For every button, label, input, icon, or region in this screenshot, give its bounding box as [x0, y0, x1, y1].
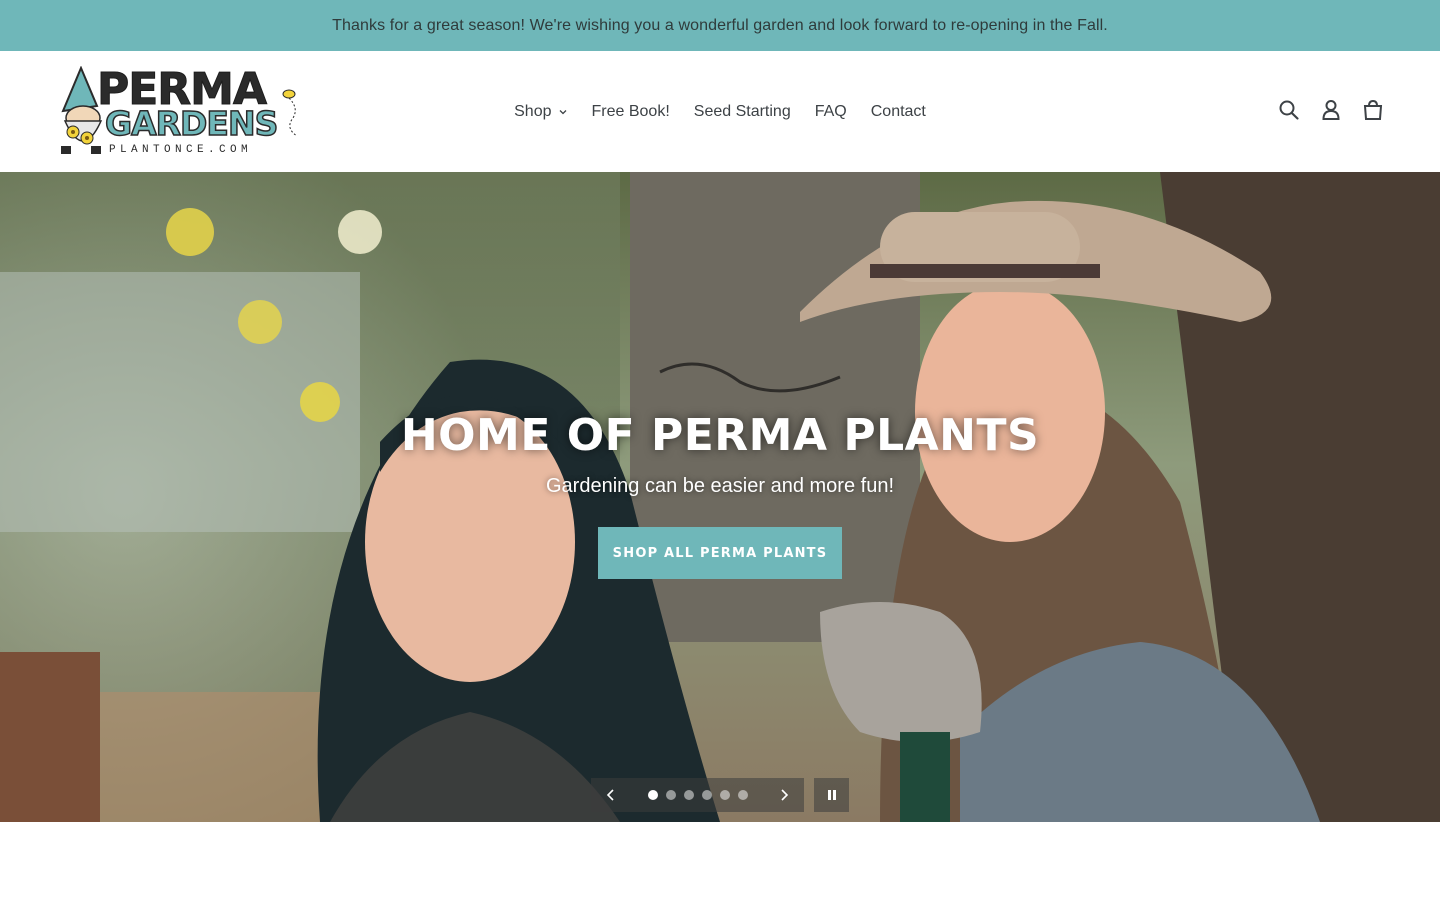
hero-slideshow: HOME OF PERMA PLANTS Gardening can be ea…	[0, 172, 1440, 822]
next-slide-icon[interactable]	[776, 787, 792, 803]
nav-item-shop[interactable]: Shop	[514, 103, 567, 121]
hero-content: HOME OF PERMA PLANTS Gardening can be ea…	[0, 410, 1440, 579]
nav-item-faq[interactable]: FAQ	[815, 103, 847, 121]
nav-item-free-book[interactable]: Free Book!	[592, 103, 670, 121]
nav-item-label: Free Book!	[591, 102, 670, 120]
chevron-down-icon	[559, 109, 566, 114]
hero-subtitle: Gardening can be easier and more fun!	[546, 475, 894, 497]
nav-item-contact[interactable]: Contact	[871, 103, 926, 121]
slide-dot[interactable]	[701, 790, 712, 800]
pause-icon	[827, 790, 836, 800]
slide-dot[interactable]	[737, 790, 748, 800]
announcement-bar: Thanks for a great season! We're wishing…	[0, 0, 1440, 51]
hero-title: HOME OF PERMA PLANTS	[400, 410, 1040, 461]
shop-all-button[interactable]: SHOP ALL PERMA PLANTS	[598, 527, 842, 579]
pause-slideshow-button[interactable]	[814, 778, 849, 812]
nav-item-label: Seed Starting	[693, 102, 791, 120]
slide-dot[interactable]	[683, 790, 694, 800]
account-icon[interactable]	[1320, 98, 1342, 122]
slide-dot[interactable]	[719, 790, 730, 800]
slide-dot[interactable]	[647, 790, 658, 800]
site-header: PERMA GARDENS PLANTONCE.COM Shop Free Bo…	[0, 51, 1440, 172]
site-logo[interactable]: PERMA GARDENS PLANTONCE.COM	[53, 65, 305, 158]
nav-item-label: FAQ	[814, 102, 847, 120]
slideshow-controls	[591, 778, 804, 812]
logo-text-gardens: GARDENS	[104, 104, 279, 143]
slide-dot[interactable]	[665, 790, 676, 800]
bee-icon	[282, 89, 298, 137]
search-icon[interactable]	[1278, 98, 1300, 122]
nav-item-label: Contact	[870, 102, 926, 120]
cart-icon[interactable]	[1362, 98, 1384, 122]
logo-domain: PLANTONCE.COM	[109, 144, 253, 156]
slide-dots	[647, 790, 748, 800]
nav-item-seed-starting[interactable]: Seed Starting	[694, 103, 791, 121]
announcement-text: Thanks for a great season! We're wishing…	[332, 16, 1108, 34]
previous-slide-icon[interactable]	[603, 787, 619, 803]
header-icons	[1278, 98, 1384, 122]
nav-item-label: Shop	[514, 102, 552, 120]
